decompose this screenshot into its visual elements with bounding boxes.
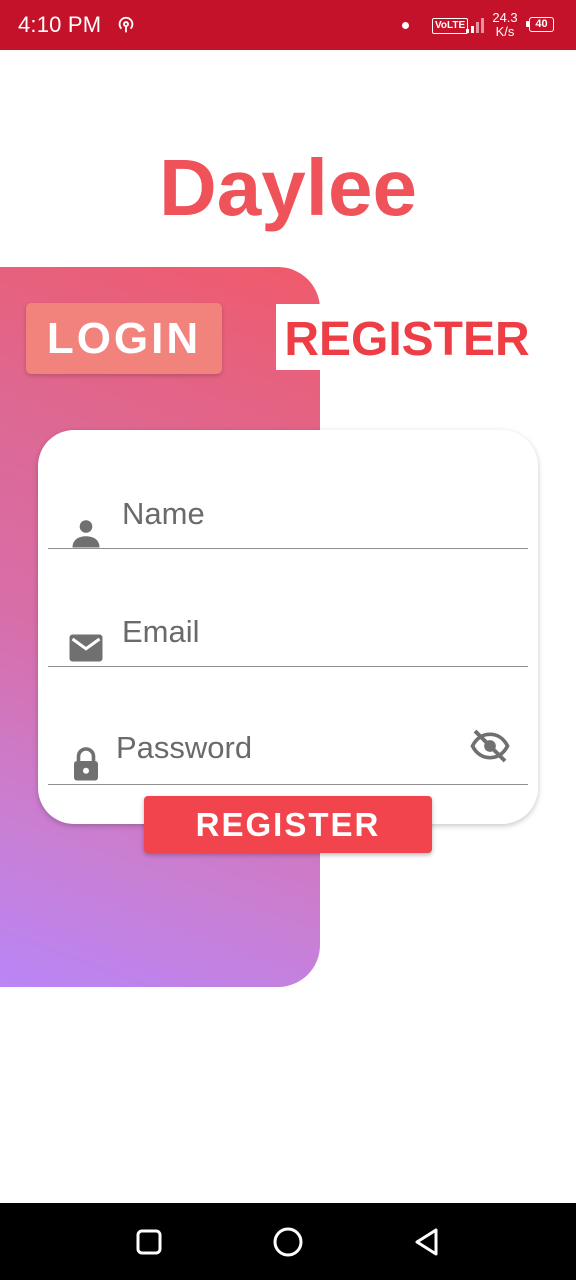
email-field [48, 566, 528, 667]
volte-icon: VoLTE [432, 18, 469, 34]
signal-icon [466, 18, 484, 33]
mail-icon [69, 634, 103, 662]
tab-login[interactable]: LOGIN [26, 303, 222, 374]
register-button[interactable]: REGISTER [144, 796, 432, 853]
home-icon[interactable] [271, 1225, 305, 1259]
app-title: Daylee [159, 143, 417, 232]
tab-register[interactable]: REGISTER [276, 304, 538, 370]
status-time: 4:10 PM [18, 12, 102, 37]
person-icon [72, 520, 100, 548]
notification-dot-icon [402, 22, 409, 29]
battery-icon: 40 [526, 17, 554, 32]
status-bar: 4:10 PM VoLTE 24.3 K/s 40 [0, 0, 576, 50]
email-input[interactable] [122, 612, 452, 652]
back-icon[interactable] [410, 1225, 444, 1259]
eye-off-icon[interactable] [470, 726, 510, 766]
network-speed-value: 24.3 [492, 10, 518, 25]
recent-apps-icon[interactable] [132, 1225, 166, 1259]
name-field [48, 448, 528, 549]
network-speed-unit: K/s [495, 24, 515, 39]
navigation-bar [0, 1203, 576, 1280]
hotspot-icon [118, 16, 134, 33]
name-input[interactable] [122, 494, 452, 534]
password-input[interactable] [116, 728, 446, 768]
lock-icon [74, 747, 98, 781]
network-speed: 24.3 K/s [490, 11, 520, 39]
register-form-card [38, 430, 538, 824]
battery-level: 40 [529, 17, 554, 32]
password-field [48, 684, 528, 785]
